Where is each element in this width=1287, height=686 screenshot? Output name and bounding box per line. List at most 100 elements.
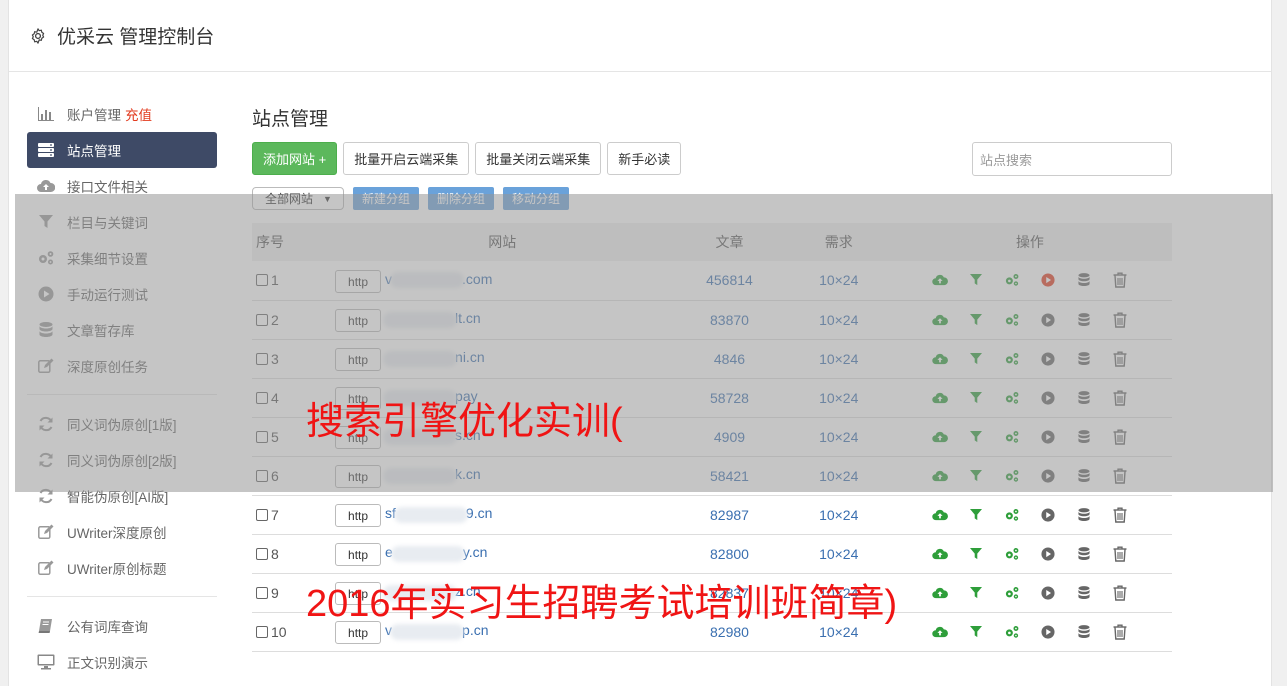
trash-icon[interactable]: [1108, 505, 1132, 525]
settings-icon[interactable]: [1000, 270, 1024, 290]
article-count[interactable]: 83870: [669, 300, 789, 339]
demand-value[interactable]: 10×24: [790, 534, 888, 573]
upload-icon[interactable]: [928, 427, 952, 447]
trash-icon[interactable]: [1108, 310, 1132, 330]
sidebar-item-group1-2[interactable]: 接口文件相关: [27, 168, 217, 204]
filter-icon[interactable]: [964, 466, 988, 486]
move-group-button[interactable]: 移动分组: [503, 187, 570, 210]
row-checkbox[interactable]: [256, 625, 268, 638]
filter-icon[interactable]: [964, 544, 988, 564]
sidebar-item-group2-4[interactable]: UWriter原创标题: [27, 550, 217, 586]
article-count[interactable]: 4909: [669, 417, 789, 456]
sidebar-item-group2-3[interactable]: UWriter深度原创: [27, 514, 217, 550]
upload-icon[interactable]: [928, 583, 952, 603]
trash-icon[interactable]: [1108, 388, 1132, 408]
upload-icon[interactable]: [928, 310, 952, 330]
database-icon[interactable]: [1072, 622, 1096, 642]
trash-icon[interactable]: [1108, 270, 1132, 290]
add-site-button[interactable]: 添加网站 +: [252, 142, 338, 175]
article-count[interactable]: 58421: [669, 456, 789, 495]
site-domain-link[interactable]: v .com: [385, 271, 492, 289]
sidebar-item-group3-1[interactable]: 正文识别演示: [27, 644, 217, 680]
sidebar-item-group1-4[interactable]: 采集细节设置: [27, 240, 217, 276]
article-count[interactable]: 58728: [669, 378, 789, 417]
row-checkbox[interactable]: [256, 547, 268, 560]
play-icon[interactable]: [1036, 270, 1060, 290]
database-icon[interactable]: [1072, 583, 1096, 603]
database-icon[interactable]: [1072, 349, 1096, 369]
settings-icon[interactable]: [1000, 349, 1024, 369]
demand-value[interactable]: 10×24: [790, 456, 888, 495]
article-count[interactable]: 82987: [669, 495, 789, 534]
filter-icon[interactable]: [964, 310, 988, 330]
play-icon[interactable]: [1036, 427, 1060, 447]
row-checkbox[interactable]: [256, 391, 268, 404]
site-domain-link[interactable]: sf 9.cn: [385, 505, 492, 523]
settings-icon[interactable]: [1000, 544, 1024, 564]
sidebar-item-group1-6[interactable]: 文章暂存库: [27, 312, 217, 348]
row-checkbox[interactable]: [256, 313, 268, 326]
filter-icon[interactable]: [964, 270, 988, 290]
article-count[interactable]: 4846: [669, 339, 789, 378]
database-icon[interactable]: [1072, 466, 1096, 486]
database-icon[interactable]: [1072, 270, 1096, 290]
article-count[interactable]: 82800: [669, 534, 789, 573]
site-domain-link[interactable]: lt.cn: [383, 310, 481, 328]
database-icon[interactable]: [1072, 427, 1096, 447]
play-icon[interactable]: [1036, 544, 1060, 564]
sidebar-item-group3-0[interactable]: 公有词库查询: [27, 608, 217, 644]
filter-icon[interactable]: [964, 505, 988, 525]
sidebar-item-group1-7[interactable]: 深度原创任务: [27, 348, 217, 384]
guide-button[interactable]: 新手必读: [607, 142, 682, 175]
play-icon[interactable]: [1036, 310, 1060, 330]
play-icon[interactable]: [1036, 622, 1060, 642]
settings-icon[interactable]: [1000, 388, 1024, 408]
sidebar-item-group1-0[interactable]: 账户管理 充值: [27, 96, 217, 132]
sidebar-item-group1-1[interactable]: 站点管理: [27, 132, 217, 168]
play-icon[interactable]: [1036, 583, 1060, 603]
demand-value[interactable]: 10×24: [790, 417, 888, 456]
filter-icon[interactable]: [964, 388, 988, 408]
row-checkbox[interactable]: [256, 586, 268, 599]
row-checkbox[interactable]: [256, 430, 268, 443]
demand-value[interactable]: 10×24: [790, 261, 888, 300]
database-icon[interactable]: [1072, 544, 1096, 564]
upload-icon[interactable]: [928, 466, 952, 486]
sidebar-item-group1-5[interactable]: 手动运行测试: [27, 276, 217, 312]
filter-icon[interactable]: [964, 622, 988, 642]
upload-icon[interactable]: [928, 622, 952, 642]
row-checkbox[interactable]: [256, 352, 268, 365]
settings-icon[interactable]: [1000, 622, 1024, 642]
upload-icon[interactable]: [928, 388, 952, 408]
demand-value[interactable]: 10×24: [790, 339, 888, 378]
settings-icon[interactable]: [1000, 583, 1024, 603]
site-domain-link[interactable]: ni.cn: [383, 349, 485, 367]
demand-value[interactable]: 10×24: [790, 378, 888, 417]
filter-icon[interactable]: [964, 349, 988, 369]
database-icon[interactable]: [1072, 310, 1096, 330]
settings-icon[interactable]: [1000, 466, 1024, 486]
group-select[interactable]: 全部网站 ▼: [252, 187, 344, 210]
batch-close-button[interactable]: 批量关闭云端采集: [475, 142, 602, 175]
upload-icon[interactable]: [928, 505, 952, 525]
filter-icon[interactable]: [964, 427, 988, 447]
filter-icon[interactable]: [964, 583, 988, 603]
settings-icon[interactable]: [1000, 505, 1024, 525]
sidebar-item-group1-3[interactable]: 栏目与关键词: [27, 204, 217, 240]
upload-icon[interactable]: [928, 270, 952, 290]
trash-icon[interactable]: [1108, 466, 1132, 486]
database-icon[interactable]: [1072, 505, 1096, 525]
play-icon[interactable]: [1036, 388, 1060, 408]
trash-icon[interactable]: [1108, 349, 1132, 369]
play-icon[interactable]: [1036, 349, 1060, 369]
trash-icon[interactable]: [1108, 544, 1132, 564]
settings-icon[interactable]: [1000, 310, 1024, 330]
play-icon[interactable]: [1036, 505, 1060, 525]
delete-group-button[interactable]: 删除分组: [428, 187, 495, 210]
article-count[interactable]: 456814: [669, 261, 789, 300]
sidebar-item-group2-2[interactable]: 智能伪原创[AI版]: [27, 478, 217, 514]
trash-icon[interactable]: [1108, 622, 1132, 642]
row-checkbox[interactable]: [256, 274, 268, 287]
sidebar-item-group2-1[interactable]: 同义词伪原创[2版]: [27, 442, 217, 478]
upload-icon[interactable]: [928, 349, 952, 369]
